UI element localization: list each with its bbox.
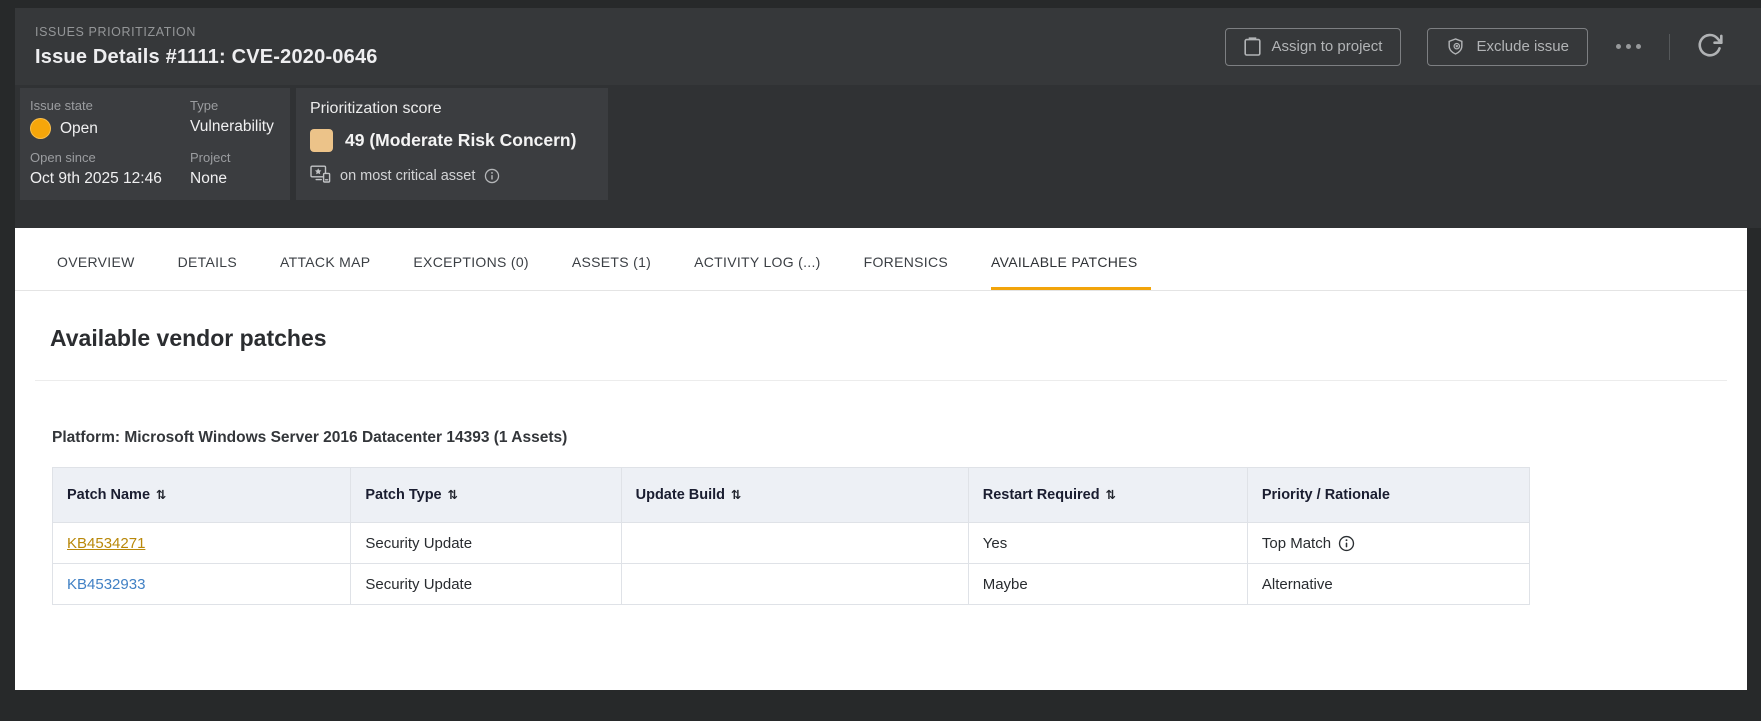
critical-asset-icon xyxy=(310,165,331,187)
patch-row: KB4532933 Security Update Maybe Alternative xyxy=(53,564,1530,605)
info-icon[interactable] xyxy=(1338,535,1355,552)
patches-table: Patch Name⇅Patch Type⇅Update Build⇅Resta… xyxy=(52,467,1530,605)
tab-attack-map[interactable]: ATTACK MAP xyxy=(280,254,370,290)
update-build-cell xyxy=(621,523,968,564)
column-header-label: Update Build xyxy=(636,487,725,503)
shield-x-icon xyxy=(1446,37,1465,56)
issue-state-label: Issue state xyxy=(30,98,98,113)
sort-icon[interactable]: ⇅ xyxy=(1106,487,1116,502)
column-header[interactable]: Patch Type ⇅ xyxy=(351,468,621,523)
actions-divider xyxy=(1669,34,1670,60)
content-card: OVERVIEW DETAILS ATTACK MAP EXCEPTIONS (0) A… xyxy=(15,228,1747,690)
priority-cell: Alternative xyxy=(1247,564,1529,605)
exclude-issue-button[interactable]: Exclude issue xyxy=(1427,28,1588,66)
open-state-dot-icon xyxy=(30,118,51,139)
column-header-label: Restart Required xyxy=(983,487,1100,503)
column-header-label: Patch Type xyxy=(365,487,441,503)
patch-name-link[interactable]: KB4532933 xyxy=(67,576,145,593)
platform-heading: Platform: Microsoft Windows Server 2016 … xyxy=(52,429,1747,447)
issue-summary-panel: Issue state Open Type Vulnerability Open… xyxy=(20,88,290,200)
column-header[interactable]: Patch Name ⇅ xyxy=(53,468,351,523)
page-title: Issue Details #1111: CVE-2020-0646 xyxy=(35,46,378,69)
assign-to-project-label: Assign to project xyxy=(1272,38,1383,55)
patch-type-cell: Security Update xyxy=(351,564,621,605)
column-header[interactable]: Restart Required ⇅ xyxy=(968,468,1247,523)
type-label: Type xyxy=(190,98,274,113)
assign-to-project-button[interactable]: Assign to project xyxy=(1225,28,1402,66)
sort-icon[interactable]: ⇅ xyxy=(731,487,741,502)
open-since-label: Open since xyxy=(30,150,162,165)
tab-available-patches[interactable]: AVAILABLE PATCHES xyxy=(991,254,1151,290)
table-header-row: Patch Name⇅Patch Type⇅Update Build⇅Resta… xyxy=(53,468,1530,523)
column-header-label: Patch Name xyxy=(67,487,150,503)
prioritization-score-panel: Prioritization score 49 (Moderate Risk C… xyxy=(296,88,608,200)
patch-row: KB4534271 Security Update Yes Top Match xyxy=(53,523,1530,564)
update-build-cell xyxy=(621,564,968,605)
tab-exceptions[interactable]: EXCEPTIONS (0) xyxy=(413,254,528,290)
breadcrumb: ISSUES PRIORITIZATION xyxy=(35,25,378,39)
patch-name-link[interactable]: KB4534271 xyxy=(67,535,145,552)
sort-icon[interactable]: ⇅ xyxy=(156,487,166,502)
tab-details[interactable]: DETAILS xyxy=(178,254,237,290)
tab-assets[interactable]: ASSETS (1) xyxy=(572,254,651,290)
column-header-label: Priority / Rationale xyxy=(1262,487,1390,503)
refresh-button[interactable] xyxy=(1696,32,1723,62)
issue-state-value: Open xyxy=(60,120,98,138)
score-info-icon[interactable] xyxy=(484,168,500,184)
column-header: Priority / Rationale xyxy=(1247,468,1529,523)
exclude-issue-label: Exclude issue xyxy=(1476,38,1569,55)
project-value: None xyxy=(190,170,227,188)
prioritization-score-label: Prioritization score xyxy=(310,100,442,118)
column-header[interactable]: Update Build ⇅ xyxy=(621,468,968,523)
restart-required-cell: Maybe xyxy=(968,564,1247,605)
restart-required-cell: Yes xyxy=(968,523,1247,564)
score-context-text: on most critical asset xyxy=(340,168,475,184)
score-value: 49 (Moderate Risk Concern) xyxy=(345,130,576,151)
priority-label: Alternative xyxy=(1262,576,1333,593)
priority-label: Top Match xyxy=(1262,535,1331,552)
heading-divider xyxy=(35,380,1727,381)
patch-type-cell: Security Update xyxy=(351,523,621,564)
open-since-value: Oct 9th 2025 12:46 xyxy=(30,170,162,188)
section-heading: Available vendor patches xyxy=(50,323,1747,353)
tab-activity-log[interactable]: ACTIVITY LOG (...) xyxy=(694,254,821,290)
score-color-swatch xyxy=(310,129,333,152)
more-actions-button[interactable] xyxy=(1614,38,1643,55)
sort-icon[interactable]: ⇅ xyxy=(448,487,458,502)
tab-bar: OVERVIEW DETAILS ATTACK MAP EXCEPTIONS (0) A… xyxy=(15,228,1747,291)
page-header: ISSUES PRIORITIZATION Issue Details #111… xyxy=(15,8,1761,85)
ellipsis-icon xyxy=(1616,44,1621,49)
tab-overview[interactable]: OVERVIEW xyxy=(57,254,135,290)
project-label: Project xyxy=(190,150,230,165)
tab-forensics[interactable]: FORENSICS xyxy=(864,254,948,290)
priority-cell: Top Match xyxy=(1247,523,1529,564)
type-value: Vulnerability xyxy=(190,118,274,136)
refresh-icon xyxy=(1696,32,1723,59)
clipboard-icon xyxy=(1244,37,1261,56)
